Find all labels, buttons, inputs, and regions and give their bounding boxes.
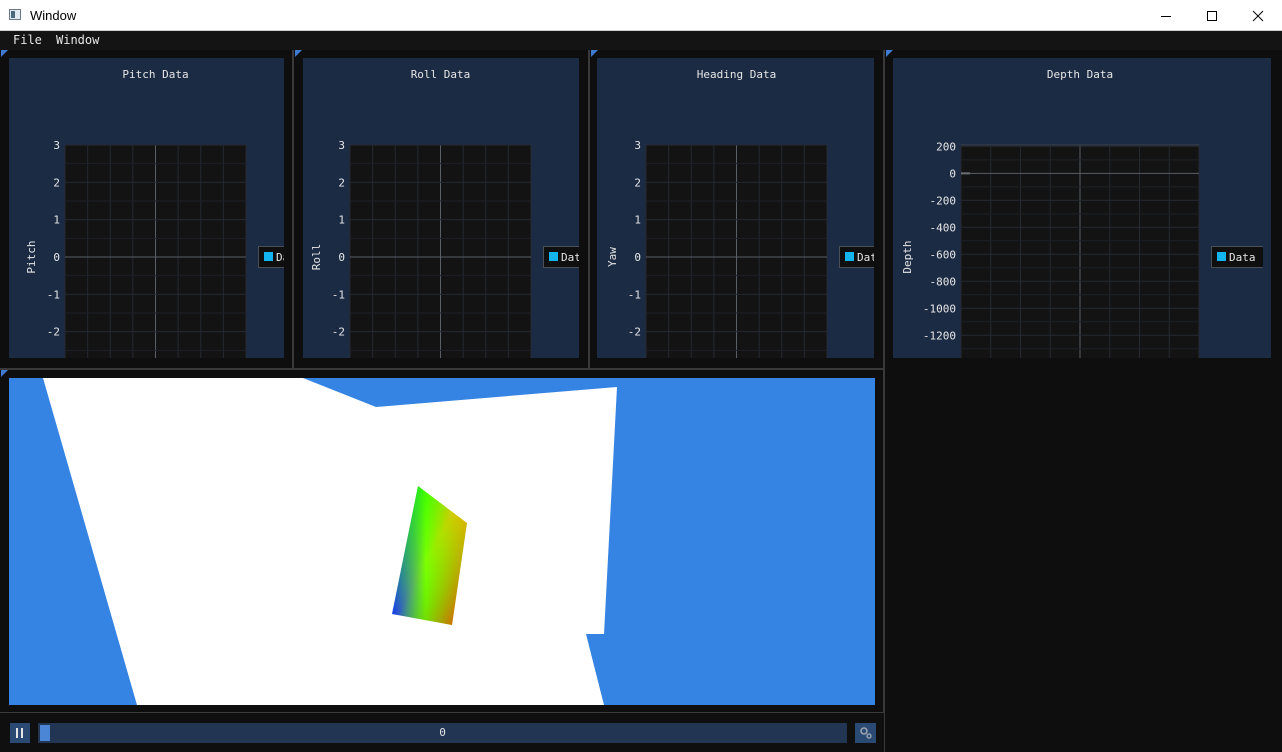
y-tick-label: 0 [634, 251, 641, 264]
legend-swatch [264, 252, 273, 261]
app-window-icon [9, 9, 21, 20]
menu-file[interactable]: File [13, 33, 42, 47]
y-tick-label: 3 [634, 139, 641, 152]
white-plane [43, 378, 617, 705]
3d-scene [43, 378, 617, 705]
y-tick-label: 0 [338, 251, 345, 264]
minimize-icon [1161, 15, 1171, 17]
y-tick-label: -200 [930, 194, 957, 207]
y-tick-label: -1 [47, 288, 60, 301]
y-tick-label: 1 [338, 214, 345, 227]
close-button[interactable] [1235, 0, 1281, 31]
y-tick-label: -2 [332, 326, 345, 339]
timeline-slider[interactable]: 0 [38, 723, 847, 743]
plot-title: Depth Data [1047, 68, 1113, 81]
y-tick-label: -1200 [923, 329, 956, 342]
y-axis-label: Pitch [25, 240, 38, 273]
dock-corner-marker[interactable] [1, 370, 8, 377]
y-tick-label: 200 [936, 140, 956, 153]
y-tick-label: 1 [53, 214, 60, 227]
legend-swatch [845, 252, 854, 261]
legend[interactable]: Data [1211, 246, 1264, 268]
y-tick-label: -400 [930, 221, 957, 234]
y-tick-label: 0 [949, 167, 956, 180]
legend[interactable]: Data [543, 246, 580, 268]
y-tick-label: -1000 [923, 302, 956, 315]
close-icon [1252, 10, 1264, 21]
dock-divider[interactable] [0, 368, 884, 370]
depth-chart: Depth Data-200-150-100-50050100150200200… [901, 68, 1264, 358]
legend[interactable]: Data [839, 246, 875, 268]
menu-window[interactable]: Window [56, 33, 99, 47]
dock-divider[interactable] [588, 50, 590, 368]
title-bar: Window [0, 0, 1282, 31]
gear-icon [859, 727, 872, 739]
y-tick-label: -600 [930, 248, 957, 261]
y-tick-label: 3 [53, 139, 60, 152]
maximize-button[interactable] [1189, 0, 1235, 31]
depth-plot[interactable]: Depth Data-200-150-100-50050100150200200… [893, 58, 1271, 358]
legend[interactable]: Data [258, 246, 285, 268]
y-axis-label: Roll [310, 244, 323, 271]
y-tick-label: -2 [47, 326, 60, 339]
pause-button[interactable] [10, 723, 30, 743]
y-tick-label: 1 [634, 214, 641, 227]
y-tick-label: 2 [53, 176, 60, 189]
pitch-chart: Pitch Data-200-150-100-50050100150200321… [25, 68, 285, 358]
heading-plot[interactable]: Heading Data-200-150-100-500501001502003… [597, 58, 874, 358]
roll-plot[interactable]: Roll Data-200-150-100-500501001502003210… [303, 58, 579, 358]
y-tick-label: -1 [628, 288, 641, 301]
y-tick-label: 2 [634, 176, 641, 189]
plot-title: Roll Data [411, 68, 471, 81]
y-tick-label: -800 [930, 275, 957, 288]
dock-corner-marker[interactable] [591, 50, 598, 57]
maximize-icon [1207, 10, 1217, 21]
dock-divider[interactable] [292, 50, 294, 368]
legend-label: Data [1229, 251, 1256, 264]
menu-bar: File Window [0, 31, 1282, 50]
dock-corner-marker[interactable] [886, 50, 893, 57]
y-tick-label: -1400 [923, 356, 956, 358]
y-tick-label: -2 [628, 326, 641, 339]
pitch-plot[interactable]: Pitch Data-200-150-100-50050100150200321… [9, 58, 284, 358]
legend-swatch [549, 252, 558, 261]
dock-corner-marker[interactable] [1, 50, 8, 57]
y-tick-label: 2 [338, 176, 345, 189]
legend-label: Data [857, 251, 874, 264]
3d-viewport[interactable] [9, 378, 875, 705]
timeline-bar: 0 [0, 713, 884, 752]
slider-value: 0 [439, 726, 446, 739]
legend-label: Data [276, 251, 284, 264]
dock-divider[interactable] [883, 50, 885, 752]
legend-label: Data [561, 251, 579, 264]
settings-button[interactable] [855, 723, 876, 743]
heading-chart: Heading Data-200-150-100-500501001502003… [606, 68, 875, 358]
dock-corner-marker[interactable] [295, 50, 302, 57]
legend-swatch [1217, 252, 1226, 261]
y-axis-label: Depth [901, 240, 914, 273]
window-title: Window [30, 8, 77, 23]
y-tick-label: -1 [332, 288, 345, 301]
plot-title: Pitch Data [122, 68, 188, 81]
y-tick-label: 0 [53, 251, 60, 264]
pause-icon [16, 728, 23, 738]
y-tick-label: 3 [338, 139, 345, 152]
roll-chart: Roll Data-200-150-100-500501001502003210… [310, 68, 580, 358]
plot-title: Heading Data [697, 68, 776, 81]
y-axis-label: Yaw [606, 247, 619, 267]
minimize-button[interactable] [1143, 0, 1189, 31]
